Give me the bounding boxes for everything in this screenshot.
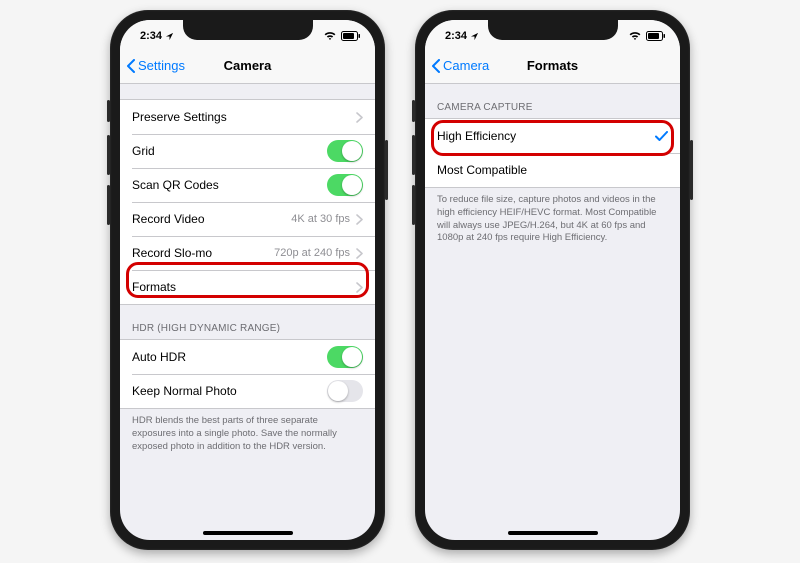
formats-list: High Efficiency Most Compatible xyxy=(425,118,680,188)
hdr-list: Auto HDR Keep Normal Photo xyxy=(120,339,375,409)
back-label: Camera xyxy=(443,58,489,73)
camera-settings-list: Preserve Settings Grid Scan QR Codes Rec… xyxy=(120,99,375,305)
screen-camera-settings: 2:34 Settings Camera Preserve Setting xyxy=(120,20,375,540)
row-scan-qr[interactable]: Scan QR Codes xyxy=(120,168,375,202)
row-detail: 720p at 240 fps xyxy=(274,247,350,259)
location-icon xyxy=(165,32,174,41)
row-record-slomo[interactable]: Record Slo-mo 720p at 240 fps xyxy=(120,236,375,270)
row-label: Grid xyxy=(132,144,327,158)
location-icon xyxy=(470,32,479,41)
row-label: Scan QR Codes xyxy=(132,178,327,192)
row-label: Most Compatible xyxy=(437,163,668,177)
row-label: Preserve Settings xyxy=(132,110,356,124)
row-label: Record Video xyxy=(132,212,291,226)
chevron-right-icon xyxy=(356,248,363,259)
checkmark-icon xyxy=(655,131,668,142)
screen-formats: 2:34 Camera Formats CAMERA CAPTURE Hig xyxy=(425,20,680,540)
status-time: 2:34 xyxy=(445,30,467,42)
iphone-right: 2:34 Camera Formats CAMERA CAPTURE Hig xyxy=(415,10,690,550)
row-keep-normal[interactable]: Keep Normal Photo xyxy=(120,374,375,408)
iphone-left: 2:34 Settings Camera Preserve Setting xyxy=(110,10,385,550)
row-label: Keep Normal Photo xyxy=(132,384,327,398)
chevron-right-icon xyxy=(356,112,363,123)
battery-icon xyxy=(646,31,666,41)
back-button[interactable]: Settings xyxy=(126,58,185,73)
chevron-right-icon xyxy=(356,214,363,225)
row-formats[interactable]: Formats xyxy=(120,270,375,304)
row-preserve-settings[interactable]: Preserve Settings xyxy=(120,100,375,134)
chevron-right-icon xyxy=(356,282,363,293)
wifi-icon xyxy=(323,31,337,41)
notch xyxy=(488,20,618,40)
home-indicator[interactable] xyxy=(508,531,598,535)
row-label: Record Slo-mo xyxy=(132,246,274,260)
toggle-scan-qr[interactable] xyxy=(327,174,363,196)
row-label: Auto HDR xyxy=(132,350,327,364)
hdr-footer-text: HDR blends the best parts of three separ… xyxy=(120,409,375,453)
row-auto-hdr[interactable]: Auto HDR xyxy=(120,340,375,374)
chevron-left-icon xyxy=(126,59,136,73)
nav-bar: Settings Camera xyxy=(120,48,375,84)
row-record-video[interactable]: Record Video 4K at 30 fps xyxy=(120,202,375,236)
row-label: High Efficiency xyxy=(437,129,655,143)
formats-footer-text: To reduce file size, capture photos and … xyxy=(425,188,680,245)
toggle-keep-normal[interactable] xyxy=(327,380,363,402)
home-indicator[interactable] xyxy=(203,531,293,535)
section-header-capture: CAMERA CAPTURE xyxy=(425,84,680,118)
back-button[interactable]: Camera xyxy=(431,58,489,73)
battery-icon xyxy=(341,31,361,41)
row-label: Formats xyxy=(132,280,356,294)
wifi-icon xyxy=(628,31,642,41)
notch xyxy=(183,20,313,40)
status-time: 2:34 xyxy=(140,30,162,42)
toggle-grid[interactable] xyxy=(327,140,363,162)
back-label: Settings xyxy=(138,58,185,73)
section-header-hdr: HDR (HIGH DYNAMIC RANGE) xyxy=(120,305,375,339)
row-detail: 4K at 30 fps xyxy=(291,213,350,225)
chevron-left-icon xyxy=(431,59,441,73)
nav-bar: Camera Formats xyxy=(425,48,680,84)
row-most-compatible[interactable]: Most Compatible xyxy=(425,153,680,187)
row-grid[interactable]: Grid xyxy=(120,134,375,168)
row-high-efficiency[interactable]: High Efficiency xyxy=(425,119,680,153)
toggle-auto-hdr[interactable] xyxy=(327,346,363,368)
